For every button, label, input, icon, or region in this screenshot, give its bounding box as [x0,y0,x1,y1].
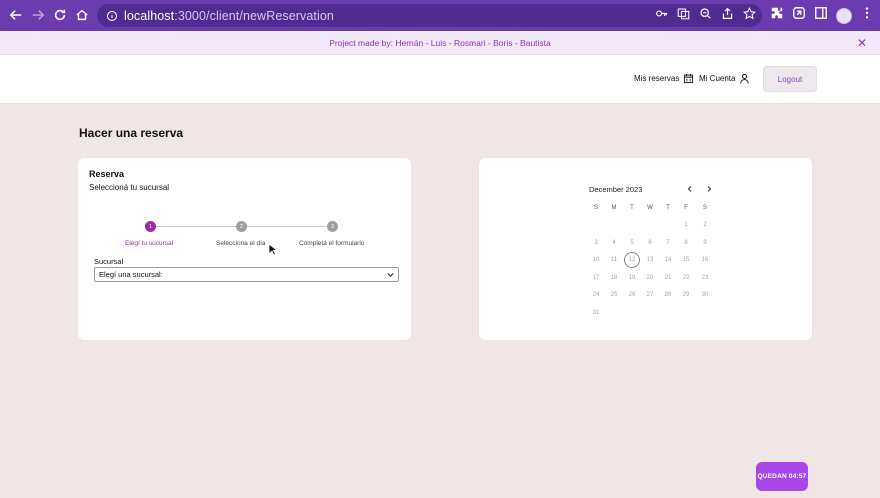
calendar-day[interactable]: 12 [624,252,640,268]
credits-banner: Project made by: Hernán - Luis - Rosmari… [0,31,880,55]
weekday-label: T [666,205,670,211]
logout-button[interactable]: Logout [763,66,817,92]
step-connector [246,226,331,227]
extension-icon[interactable] [792,6,806,25]
bookmark-star-icon[interactable] [742,6,757,25]
calendar-day[interactable]: 13 [641,252,659,268]
calendar-day[interactable]: 4 [605,235,623,251]
browser-toolbar: localhost:3000/client/newReservation [0,0,880,31]
calendar-day[interactable]: 25 [605,287,623,303]
calendar-day[interactable]: 21 [659,270,677,286]
home-icon[interactable] [71,4,93,26]
step-1-label: Elegí tu sucursal [125,240,174,247]
sidebar-panel-icon[interactable] [814,6,828,25]
url-text: localhost:3000/client/newReservation [124,8,334,23]
calendar-day[interactable]: 28 [659,287,677,303]
calendar-day[interactable]: 7 [659,235,677,251]
calendar-day[interactable]: 24 [587,287,605,303]
weekday-label: M [611,205,617,211]
zoom-icon[interactable] [699,7,712,25]
sucursal-select-value: Elegí una sucursal: [99,270,163,279]
calendar-icon [684,74,694,84]
chevron-right-icon[interactable] [704,184,714,194]
banner-close-icon[interactable]: ✕ [857,37,867,49]
calendar-day[interactable]: 22 [677,270,695,286]
page-title: Hacer una reserva [79,126,184,140]
mi-cuenta-label: Mi Cuenta [699,74,736,83]
calendar-day[interactable]: 9 [696,235,714,251]
weekday-label: S [702,205,707,211]
extensions-puzzle-icon[interactable] [770,6,784,25]
step-1-dot: 1 [145,221,156,232]
site-info-icon[interactable] [103,7,121,25]
sucursal-label: Sucursal [94,257,124,266]
calendar-day[interactable]: 2 [696,217,714,233]
calendar-day[interactable]: 1 [677,217,695,233]
step-3-dot: 3 [327,221,338,232]
calendar-day[interactable]: 19 [623,270,641,286]
calendar-day[interactable]: 5 [623,235,641,251]
calendar-day[interactable]: 16 [696,252,714,268]
weekday-label: W [647,205,653,211]
browser-menu-icon[interactable] [860,6,874,25]
reload-icon[interactable] [49,4,71,26]
reserva-subtitle: Seleccioná tu sucursal [89,183,170,192]
app-header: Mis reservas Mi Cuenta Logout [0,55,880,104]
calendar-day[interactable]: 14 [659,252,677,268]
weekday-label: T [630,205,634,211]
reserva-card: Reserva Seleccioná tu sucursal 1 2 3 Ele… [78,158,411,340]
mouse-cursor-icon [268,243,278,256]
chevron-down-icon [387,272,394,277]
reserva-title: Reserva [89,169,125,179]
weekday-label: S [593,205,598,211]
address-bar[interactable]: localhost:3000/client/newReservation [97,4,762,27]
calendar-day[interactable]: 18 [605,270,623,286]
calendar-day[interactable]: 30 [696,287,714,303]
calendar-day[interactable]: 11 [605,252,623,268]
profile-avatar[interactable] [836,7,852,24]
calendar-day[interactable]: 26 [623,287,641,303]
banner-text: Project made by: Hernán - Luis - Rosmari… [329,37,551,48]
countdown-timer: QUEDAN 04:57 [756,462,808,491]
calendar-day[interactable]: 15 [677,252,695,268]
step-2-dot: 2 [236,221,247,232]
calendar-day[interactable]: 20 [641,270,659,286]
calendar-day[interactable]: 8 [677,235,695,251]
chevron-left-icon[interactable] [685,184,695,194]
step-connector [155,226,239,227]
calendar-day[interactable]: 3 [587,235,605,251]
sucursal-select[interactable]: Elegí una sucursal: [94,267,399,282]
calendar-day[interactable]: 17 [587,270,605,286]
step-3-label: Completá el formulario [299,240,365,247]
mis-reservas-link[interactable]: Mis reservas [634,73,694,84]
calendar-day[interactable]: 23 [696,270,714,286]
step-2-label: Selecciona el día [216,240,266,247]
translate-icon[interactable] [677,7,690,25]
key-icon[interactable] [655,7,668,25]
share-icon[interactable] [721,7,734,25]
mis-reservas-label: Mis reservas [634,74,680,83]
calendar-card: December 2023 S M T W T F S 1 2 3 4 5 6 7 8 9 10 11 12 13 14… [479,158,812,340]
user-icon [740,73,750,84]
calendar-day[interactable]: 6 [641,235,659,251]
calendar-day[interactable]: 31 [587,305,605,321]
forward-arrow-icon[interactable] [27,4,49,26]
calendar-day[interactable]: 10 [587,252,605,268]
mi-cuenta-link[interactable]: Mi Cuenta [699,73,750,84]
calendar-day[interactable]: 27 [641,287,659,303]
back-arrow-icon[interactable] [5,4,27,26]
calendar-day[interactable]: 29 [677,287,695,303]
weekday-label: F [684,205,688,211]
calendar-month: December 2023 [589,185,643,194]
